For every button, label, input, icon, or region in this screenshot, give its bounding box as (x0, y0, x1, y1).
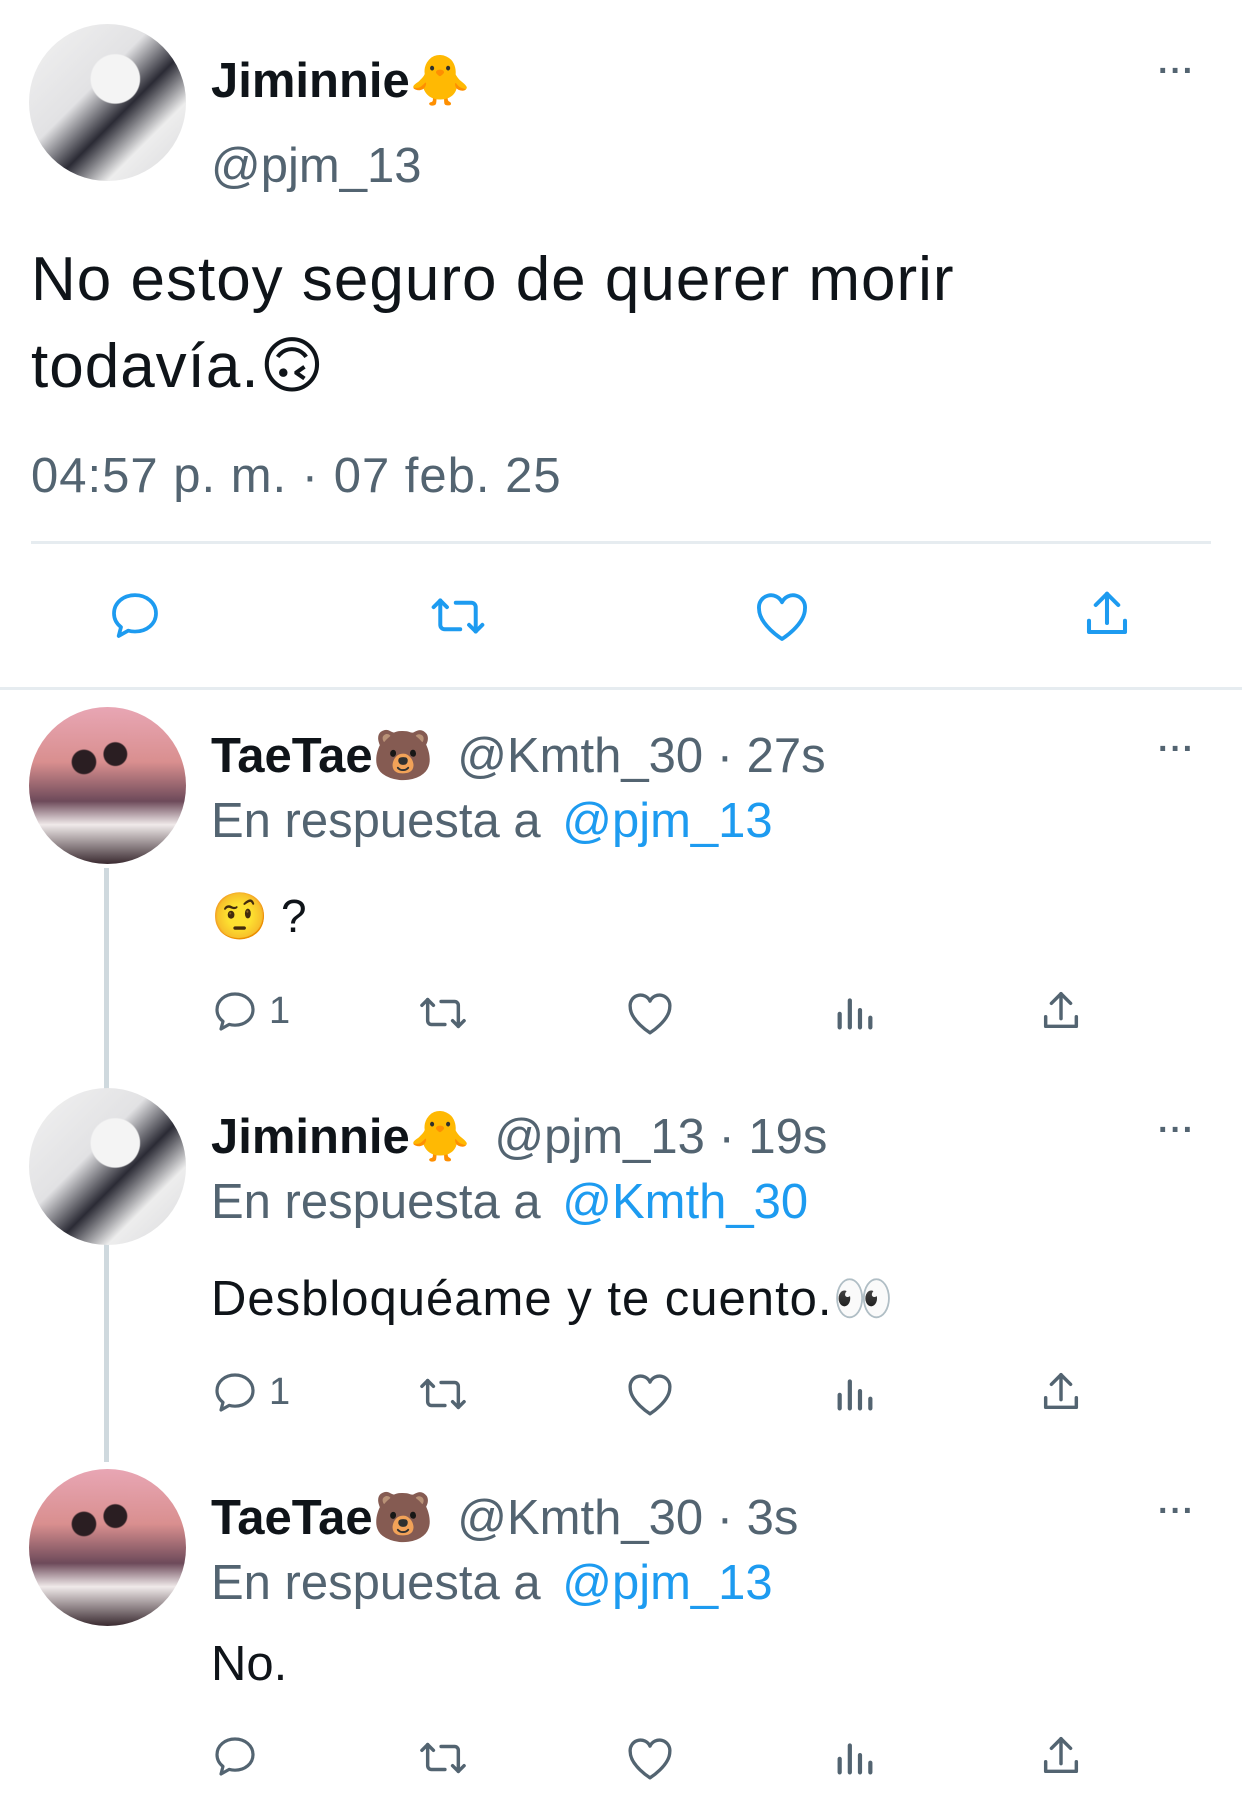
avatar[interactable] (29, 1088, 186, 1245)
user-handle[interactable]: @Kmth_30 (457, 1491, 703, 1545)
tweet-time[interactable]: 27s (747, 729, 826, 783)
reply-text: 🤨 ? (211, 890, 307, 942)
retweet-icon (415, 990, 471, 1036)
reply-count: 1 (269, 1370, 291, 1413)
tweet-timestamp[interactable]: 04:57 p. m. · 07 feb. 25 (31, 448, 562, 504)
separator: · (704, 1110, 749, 1164)
reply-header: TaeTae🐻 @Kmth_30 · 27s (211, 727, 826, 784)
retweet-icon (427, 589, 489, 643)
reply-to-link[interactable]: @pjm_13 (562, 794, 772, 848)
avatar[interactable] (29, 1469, 186, 1626)
reply-header: Jiminnie🐥 @pjm_13 · 19s (211, 1108, 827, 1165)
like-button[interactable] (753, 589, 811, 643)
more-icon[interactable]: ··· (1158, 1492, 1195, 1531)
share-icon (1038, 1368, 1084, 1416)
share-icon (1038, 1732, 1084, 1780)
like-button[interactable] (625, 1735, 675, 1781)
more-icon[interactable]: ··· (1158, 730, 1195, 769)
like-button[interactable] (625, 1371, 675, 1417)
share-button[interactable] (1080, 586, 1134, 642)
avatar[interactable] (29, 24, 186, 181)
like-icon (625, 990, 675, 1036)
comment-icon (211, 1732, 259, 1780)
separator: · (703, 729, 747, 783)
display-name[interactable]: Jiminnie🐥 (211, 1110, 471, 1164)
tweet-text: No estoy seguro de querer morir todavía.… (31, 245, 955, 401)
retweet-button[interactable] (415, 1371, 471, 1417)
comment-button[interactable]: 1 (211, 1368, 290, 1416)
views-icon (832, 988, 878, 1036)
like-icon (625, 1735, 675, 1781)
like-button[interactable] (625, 990, 675, 1036)
reply-prefix: En respuesta a (211, 794, 541, 848)
divider (31, 541, 1211, 544)
display-name[interactable]: TaeTae🐻 (211, 729, 434, 783)
retweet-button[interactable] (415, 990, 471, 1036)
more-icon[interactable]: ··· (1158, 1111, 1195, 1150)
reply-prefix: En respuesta a (211, 1556, 541, 1610)
share-button[interactable] (1038, 1732, 1084, 1780)
user-handle[interactable]: @pjm_13 (211, 138, 421, 194)
reply-context: En respuesta a @pjm_13 (211, 1555, 773, 1611)
retweet-button[interactable] (415, 1735, 471, 1781)
comment-icon (107, 587, 163, 643)
like-icon (753, 589, 811, 643)
comment-icon (211, 1368, 259, 1416)
like-icon (625, 1371, 675, 1417)
reply-to-link[interactable]: @Kmth_30 (562, 1175, 808, 1229)
views-button[interactable] (832, 988, 878, 1036)
reply-text: No. (211, 1637, 288, 1691)
comment-button[interactable]: 1 (211, 987, 290, 1035)
retweet-icon (415, 1735, 471, 1781)
share-icon (1038, 987, 1084, 1035)
tweet-time[interactable]: 3s (747, 1491, 799, 1545)
display-name[interactable]: TaeTae🐻 (211, 1491, 434, 1545)
user-handle[interactable]: @Kmth_30 (457, 729, 703, 783)
share-button[interactable] (1038, 987, 1084, 1035)
views-icon (832, 1733, 878, 1781)
reply-context: En respuesta a @pjm_13 (211, 793, 773, 849)
reply-count: 1 (269, 989, 291, 1032)
reply-context: En respuesta a @Kmth_30 (211, 1174, 808, 1230)
more-icon[interactable]: ··· (1158, 52, 1195, 91)
share-button[interactable] (1038, 1368, 1084, 1416)
comment-button[interactable] (211, 1732, 269, 1780)
reply-text: Desbloquéame y te cuento.👀 (211, 1272, 895, 1326)
reply-header: TaeTae🐻 @Kmth_30 · 3s (211, 1489, 798, 1546)
tweet-time[interactable]: 19s (748, 1110, 827, 1164)
reply-to-link[interactable]: @pjm_13 (562, 1556, 772, 1610)
avatar[interactable] (29, 707, 186, 864)
views-icon (832, 1369, 878, 1417)
views-button[interactable] (832, 1369, 878, 1417)
views-button[interactable] (832, 1733, 878, 1781)
share-icon (1080, 586, 1134, 642)
comment-button[interactable] (107, 587, 163, 643)
separator: · (703, 1491, 747, 1545)
display-name[interactable]: Jiminnie🐥 (211, 52, 471, 109)
comment-icon (211, 987, 259, 1035)
divider (0, 687, 1242, 690)
reply-prefix: En respuesta a (211, 1175, 541, 1229)
retweet-icon (415, 1371, 471, 1417)
retweet-button[interactable] (427, 589, 489, 643)
user-handle[interactable]: @pjm_13 (494, 1110, 704, 1164)
